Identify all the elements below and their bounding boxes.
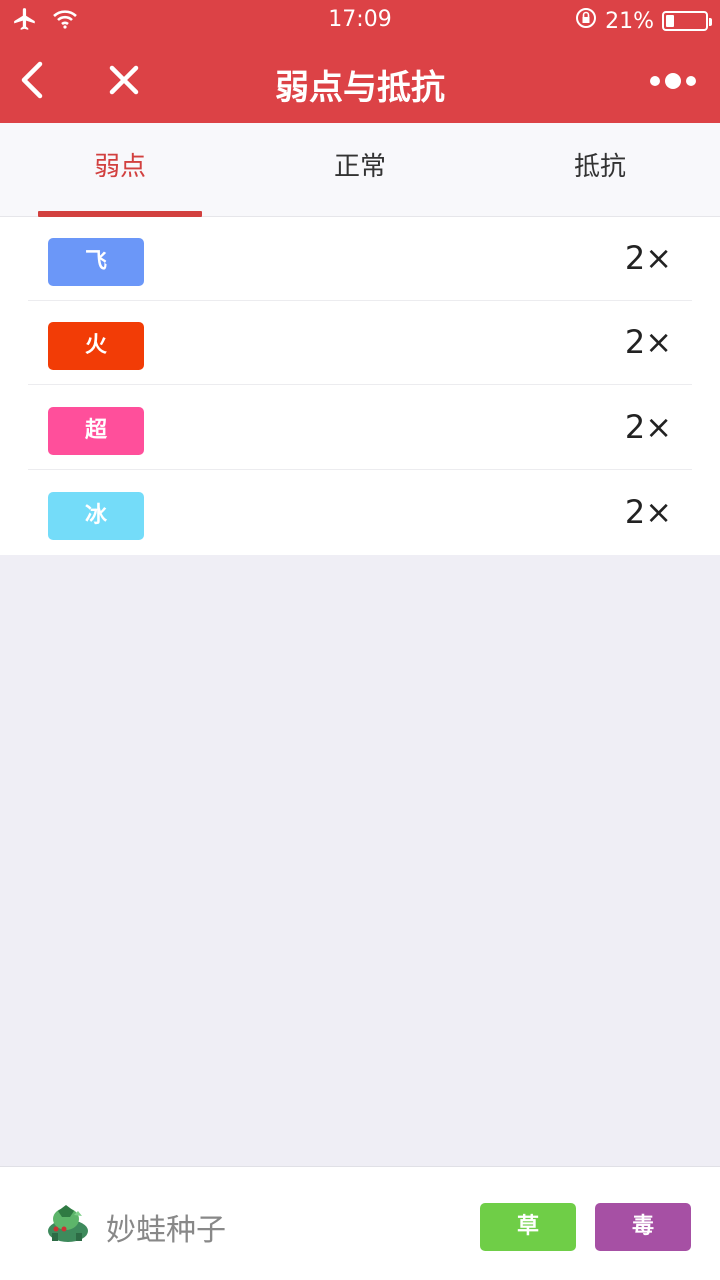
pokemon-name: 妙蛙种子: [106, 1213, 226, 1248]
battery-percent: 21%: [605, 8, 654, 34]
multiplier: 2×: [624, 493, 672, 531]
tab-bar: 弱点 正常 抵抗: [0, 123, 720, 217]
page-title: 弱点与抵抗: [275, 68, 445, 108]
tab-resistance[interactable]: 抵抗: [480, 123, 720, 217]
type-badge: 冰: [48, 492, 144, 540]
status-bar: 17:09 21%: [0, 0, 720, 40]
more-dots-icon[interactable]: [648, 66, 698, 96]
type-badge-poison: 毒: [595, 1203, 691, 1251]
type-badge-grass: 草: [480, 1203, 576, 1251]
list-item[interactable]: 超 2×: [28, 386, 692, 470]
rotation-lock-icon: [575, 7, 597, 35]
list-item[interactable]: 飞 2×: [28, 217, 692, 301]
top-bar: 17:09 21% 弱点与抵抗: [0, 0, 720, 123]
list-item[interactable]: 冰 2×: [28, 471, 692, 555]
pokemon-footer[interactable]: 妙蛙种子 草 毒: [0, 1166, 720, 1280]
battery-icon: [662, 11, 712, 31]
tab-weakness[interactable]: 弱点: [0, 123, 240, 217]
type-badge: 超: [48, 407, 144, 455]
weakness-list: 飞 2× 火 2× 超 2× 冰 2×: [0, 217, 720, 555]
multiplier: 2×: [624, 323, 672, 361]
multiplier: 2×: [624, 408, 672, 446]
type-badge: 火: [48, 322, 144, 370]
multiplier: 2×: [624, 239, 672, 277]
list-item[interactable]: 火 2×: [28, 301, 692, 385]
pokemon-sprite: [44, 1203, 92, 1245]
nav-bar: 弱点与抵抗: [0, 40, 720, 123]
tab-normal[interactable]: 正常: [240, 123, 480, 217]
type-badge: 飞: [48, 238, 144, 286]
